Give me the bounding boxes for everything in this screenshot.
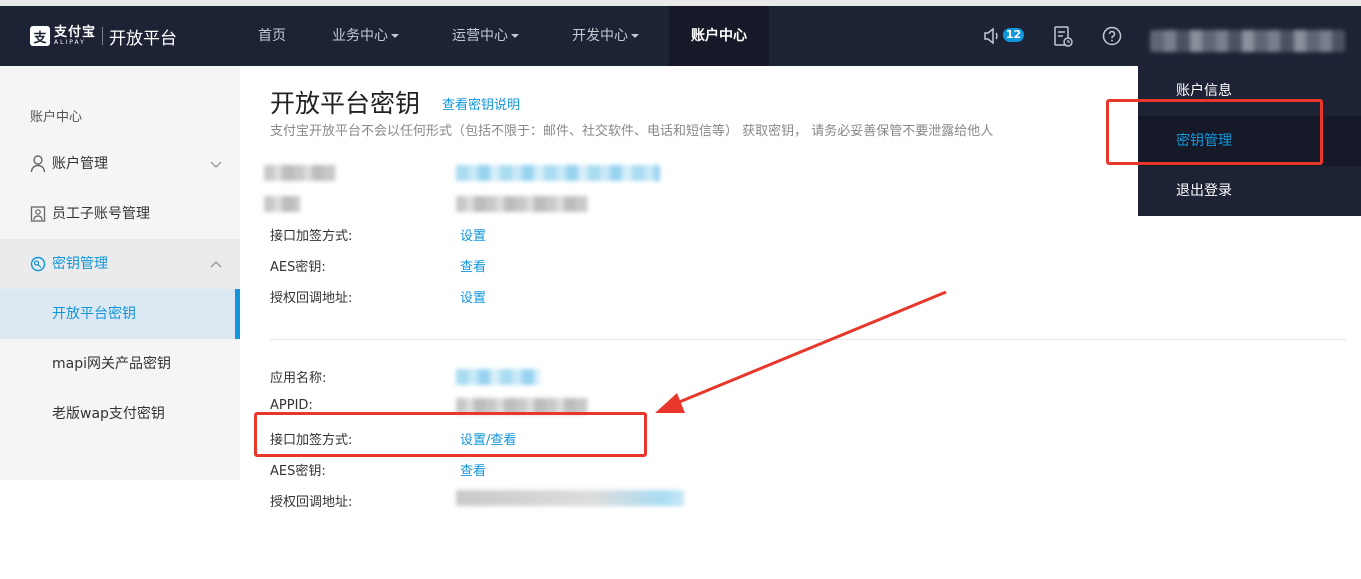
annotation-arrow-icon: [655, 290, 947, 413]
